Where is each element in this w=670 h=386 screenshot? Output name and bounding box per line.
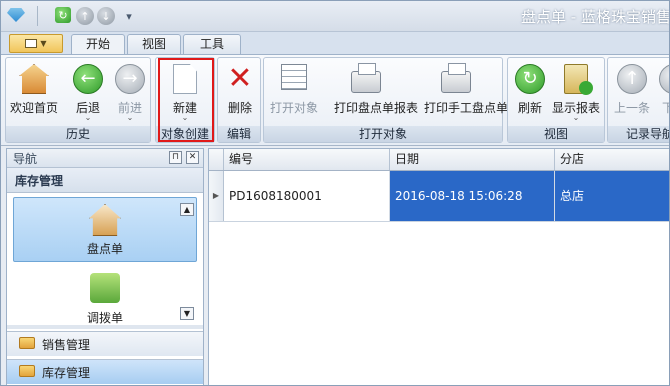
delete-x-icon: ✕ [227,61,253,96]
ribbon-group-edit: ✕ 删除 编辑 [217,57,261,143]
quick-access-separator [37,6,38,26]
nav-item-inventory-count[interactable]: 盘点单 [13,197,197,262]
nav-section-title: 库存管理 [15,174,64,188]
cell-branch[interactable]: 总店 [555,171,669,221]
next-record-button[interactable]: ↓ 下一 [648,61,669,125]
arrow-left-icon: ← [73,64,103,94]
column-header-code[interactable]: 编号 [224,149,390,170]
ribbon-group-view: ↻ 刷新 显示报表 ⌄ 视图 [507,57,605,143]
arrow-up-icon: ↑ [617,64,647,94]
app-window: ↻ ↑ ↓ ▾ 盘点单 - 蓝格珠宝销售 ▼ 开始 视图 工具 欢迎首页 ← 后… [0,0,670,386]
ribbon-group-history: 欢迎首页 ← 后退 ⌄ → 前进 ⌄ 历史 [5,57,151,143]
navigation-panel: 导航 ⊓ ✕ 库存管理 盘点单 ▲ 调拨单 ▼ 销售管理 库存管理 [6,148,204,385]
pin-icon[interactable]: ⊓ [169,151,182,164]
home-icon [19,64,49,94]
table-row[interactable]: ▶ PD1608180001 2016-08-18 15:06:28 总店 [209,171,669,222]
print-report-button[interactable]: 打印盘点单报表 [334,61,418,125]
app-logo-icon[interactable] [7,8,25,22]
scroll-up-icon[interactable]: ▲ [180,203,194,216]
highlight-box [158,58,214,142]
tab-tools[interactable]: 工具 [183,34,241,54]
printer-icon [351,63,381,93]
nav-item-transfer[interactable]: 调拨单 [13,267,197,325]
house-icon [89,204,121,236]
column-header-date[interactable]: 日期 [390,149,555,170]
open-object-label: 打开对象 [269,101,318,115]
chevron-down-icon: ⌄ [572,113,580,122]
ribbon-tab-row: ▼ 开始 视图 工具 [1,32,669,55]
chevron-down-icon: ⌄ [126,113,134,122]
puzzle-icon [90,273,120,303]
panel-splitter[interactable] [7,325,203,329]
forward-button[interactable]: → 前进 ⌄ [104,61,156,125]
ribbon-group-record-nav: ↑ 上一条 ↓ 下一 记录导航 [607,57,669,143]
group-label-history: 历史 [6,126,150,142]
row-indicator-icon: ▶ [209,171,224,221]
group-label-edit: 编辑 [218,126,260,142]
quick-up-icon[interactable]: ↑ [76,7,94,25]
column-header-branch[interactable]: 分店 [555,149,669,170]
next-record-label: 下一 [642,99,669,116]
report-icon [564,64,593,95]
grid-corner [209,149,224,170]
tab-start[interactable]: 开始 [71,34,125,55]
ribbon: 欢迎首页 ← 后退 ⌄ → 前进 ⌄ 历史 新建 ⌄ 对象创建 ✕ 删除 编辑 … [1,54,669,146]
group-label-view: 视图 [508,126,604,142]
chevron-down-icon: ▼ [40,39,47,48]
print-report-label: 打印盘点单报表 [334,101,419,115]
open-object-icon [281,64,307,90]
nav-title: 导航 [13,152,38,166]
data-grid: 编号 日期 分店 ▶ PD1608180001 2016-08-18 15:06… [208,148,669,385]
printer-icon [441,63,471,93]
nav-section-header: 库存管理 [7,168,203,193]
nav-group-label: 库存管理 [42,366,91,380]
title-bar: ↻ ↑ ↓ ▾ 盘点单 - 蓝格珠宝销售 [1,1,669,32]
quick-refresh-icon[interactable]: ↻ [55,7,71,23]
nav-item-label: 盘点单 [86,242,123,256]
folder-icon [19,365,35,377]
group-label-record-nav: 记录导航 [608,126,669,142]
home-button[interactable]: 欢迎首页 [8,61,60,125]
grid-header: 编号 日期 分店 [209,149,669,171]
print-manual-button[interactable]: 打印手工盘点单 [424,61,508,125]
close-icon[interactable]: ✕ [186,151,199,164]
folder-icon [19,337,35,349]
tab-view[interactable]: 视图 [127,34,181,54]
quick-down-icon[interactable]: ↓ [97,7,115,25]
arrow-down-icon: ↓ [659,64,669,94]
quick-access-dropdown-icon[interactable]: ▾ [122,7,136,25]
delete-button[interactable]: ✕ 删除 [214,61,266,125]
app-menu-button[interactable]: ▼ [9,34,63,53]
open-object-button[interactable]: 打开对象 [268,61,320,125]
nav-group-sales[interactable]: 销售管理 [7,331,203,356]
nav-item-label: 调拨单 [86,311,123,325]
cell-code[interactable]: PD1608180001 [224,171,390,221]
show-report-button[interactable]: 显示报表 ⌄ [550,61,602,125]
ribbon-group-open: 打开对象 打印盘点单报表 打印手工盘点单 打开对象 [263,57,508,143]
nav-item-list: 盘点单 ▲ 调拨单 ▼ [7,193,203,325]
app-menu-icon [25,39,38,48]
group-label-open: 打开对象 [264,126,502,142]
nav-group-inventory[interactable]: 库存管理 [7,359,203,384]
refresh-icon: ↻ [515,64,545,94]
nav-header: 导航 ⊓ ✕ [7,149,203,168]
arrow-right-icon: → [115,64,145,94]
cell-date[interactable]: 2016-08-18 15:06:28 [390,171,555,221]
window-title: 盘点单 - 蓝格珠宝销售 [521,8,670,26]
print-manual-label: 打印手工盘点单 [424,101,509,115]
nav-group-label: 销售管理 [42,338,91,352]
scroll-down-icon[interactable]: ▼ [180,307,194,320]
